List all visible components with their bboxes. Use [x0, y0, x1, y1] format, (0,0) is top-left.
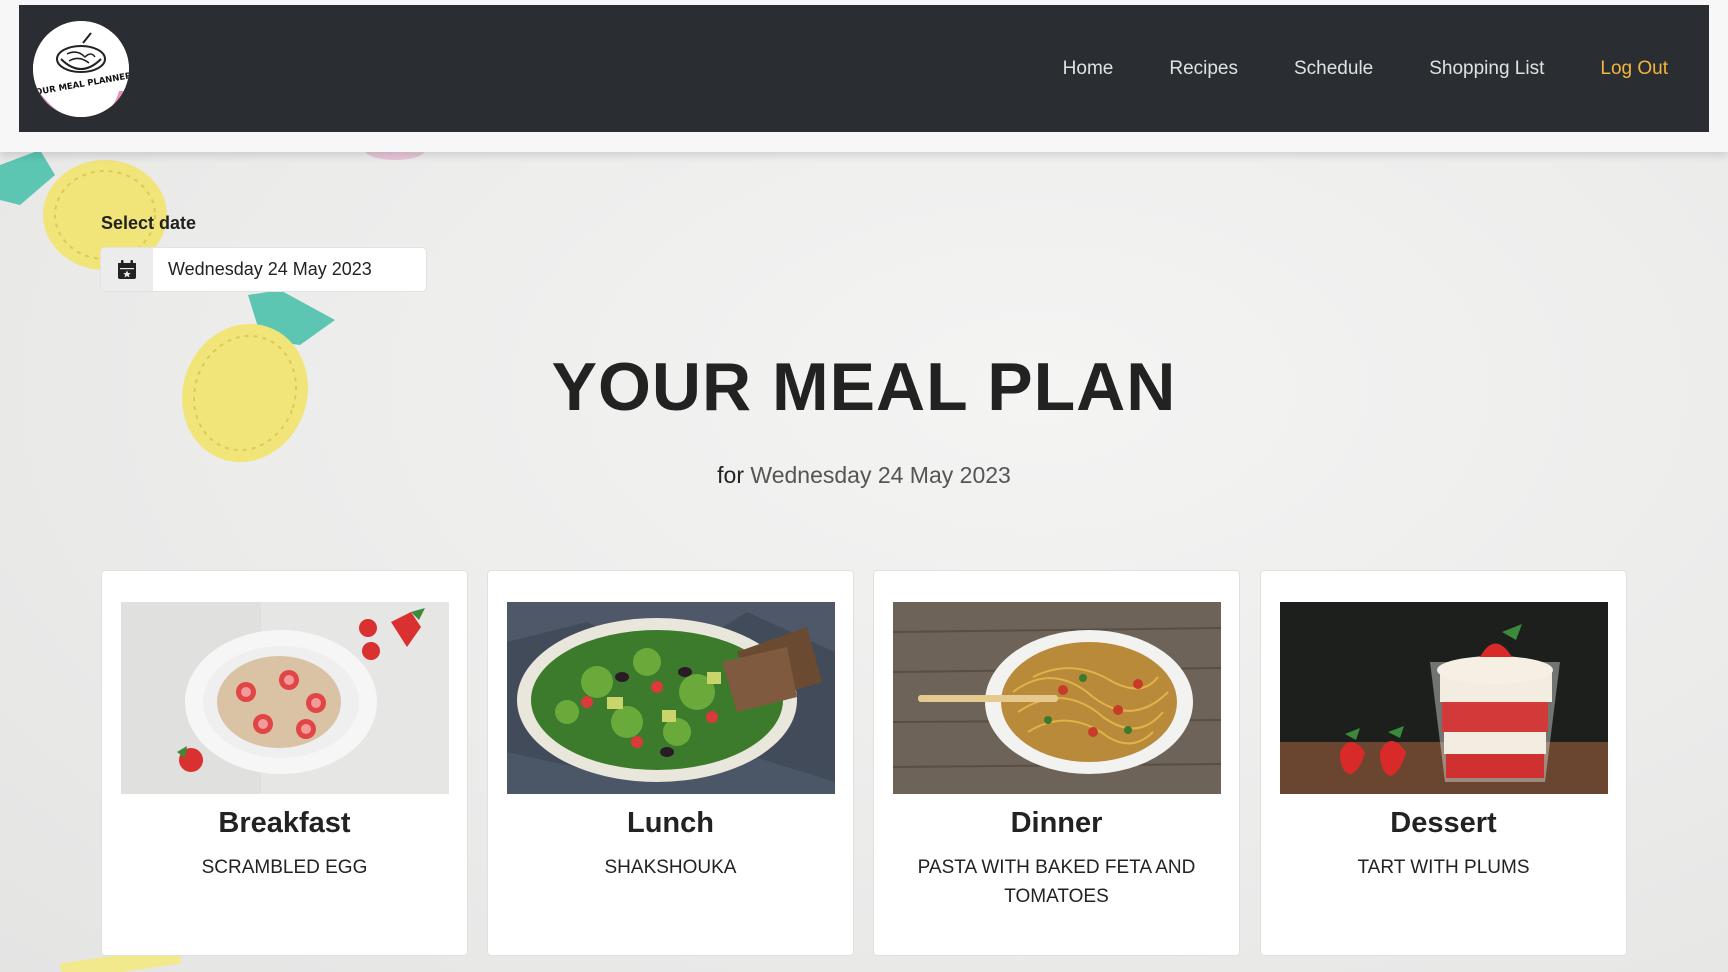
- date-picker[interactable]: Wednesday 24 May 2023: [101, 248, 426, 291]
- dish-name: PASTA WITH BAKED FETA AND TOMATOES: [917, 857, 1196, 907]
- nav-schedule[interactable]: Schedule: [1294, 58, 1373, 80]
- logo[interactable]: YOUR MEAL PLANNER: [33, 21, 129, 117]
- navbar: YOUR MEAL PLANNER Home Recipes Schedule …: [19, 5, 1709, 132]
- meal-title: Dinner: [1010, 807, 1103, 839]
- meal-title: Lunch: [627, 807, 714, 839]
- meal-card-breakfast[interactable]: Breakfast SCRAMBLED EGG: [101, 570, 468, 956]
- dish-name: SCRAMBLED EGG: [201, 857, 368, 878]
- nav-shopping-list[interactable]: Shopping List: [1429, 58, 1544, 80]
- dish-name: SHAKSHOUKA: [604, 857, 737, 878]
- page-title: YOUR MEAL PLAN: [551, 349, 1177, 425]
- nav-links: Home Recipes Schedule Shopping List Log …: [1007, 5, 1668, 132]
- plan-date: Wednesday 24 May 2023: [750, 462, 1011, 488]
- select-date-label: Select date: [101, 213, 197, 233]
- date-value[interactable]: Wednesday 24 May 2023: [153, 259, 372, 280]
- dessert-image: [1280, 602, 1608, 794]
- lunch-image: [507, 602, 835, 794]
- nav-recipes[interactable]: Recipes: [1169, 58, 1238, 80]
- plan-date-subtitle: for Wednesday 24 May 2023: [0, 462, 1728, 489]
- for-label: for: [717, 462, 745, 488]
- calendar-icon: [118, 259, 136, 279]
- meal-cards: Breakfast SCRAMBLED EGG Lunch SHAKSHOUKA…: [101, 570, 1627, 956]
- dish-name: TART WITH PLUMS: [1357, 857, 1530, 878]
- logout-link[interactable]: Log Out: [1600, 58, 1668, 80]
- meal-card-lunch[interactable]: Lunch SHAKSHOUKA: [487, 570, 854, 956]
- meal-title: Dessert: [1390, 807, 1497, 839]
- dinner-image: [893, 602, 1221, 794]
- header: YOUR MEAL PLANNER Home Recipes Schedule …: [0, 0, 1728, 152]
- meal-card-dessert[interactable]: Dessert TART WITH PLUMS: [1260, 570, 1627, 956]
- nav-home[interactable]: Home: [1063, 58, 1114, 80]
- meal-card-dinner[interactable]: Dinner PASTA WITH BAKED FETA AND TOMATOE…: [873, 570, 1240, 956]
- calendar-button[interactable]: [101, 248, 153, 291]
- meal-title: Breakfast: [218, 807, 351, 839]
- breakfast-image: [121, 602, 449, 794]
- meal-planner-logo-icon: YOUR MEAL PLANNER: [33, 21, 129, 117]
